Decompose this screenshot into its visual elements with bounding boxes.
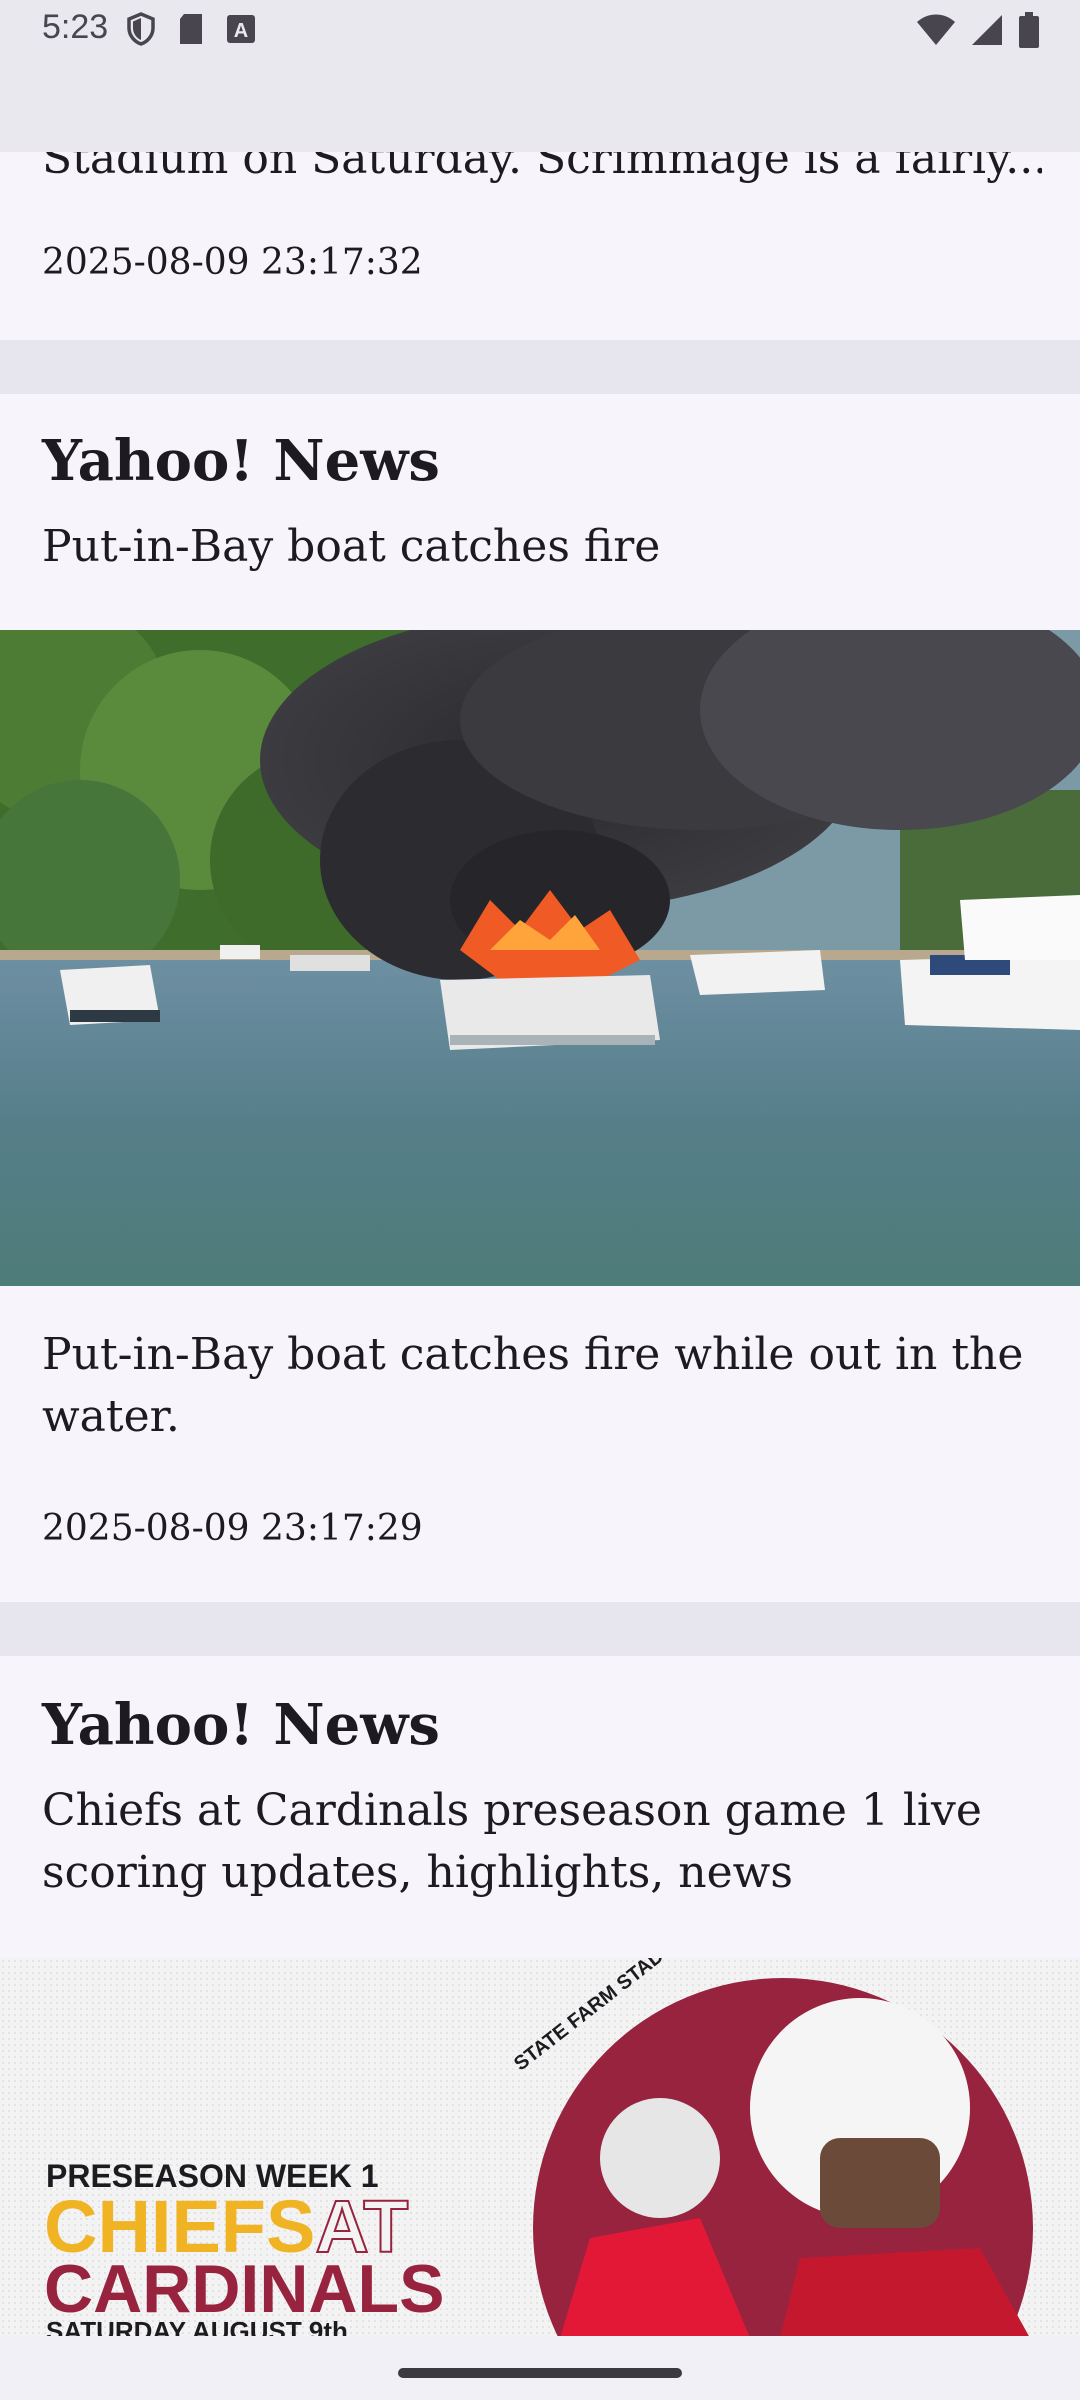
news-source: Yahoo! News — [42, 1692, 440, 1758]
svg-text:A: A — [234, 20, 248, 42]
news-card[interactable]: Stadium on Saturday. Scrimmage is a fair… — [0, 152, 1080, 340]
status-time: 5:23 — [42, 8, 109, 46]
status-icons-left: A — [126, 12, 256, 46]
news-source: Yahoo! News — [42, 428, 440, 494]
keyboard-a-icon: A — [227, 15, 255, 43]
wifi-icon — [917, 14, 955, 45]
news-card[interactable]: Yahoo! News Put-in-Bay boat catches fire — [0, 394, 1080, 1602]
news-headline: Chiefs at Cardinals preseason game 1 liv… — [42, 1785, 982, 1898]
news-feed[interactable]: Stadium on Saturday. Scrimmage is a fair… — [0, 152, 1080, 2336]
news-headline: Put-in-Bay boat catches fire — [42, 521, 661, 572]
news-timestamp: 2025-08-09 23:17:29 — [42, 1508, 423, 1549]
navigation-bar — [0, 2336, 1080, 2400]
news-summary: Put-in-Bay boat catches fire while out i… — [42, 1329, 1024, 1442]
status-bar: 5:23 A — [0, 0, 1080, 152]
status-icons-right — [916, 12, 1040, 48]
boat-fire-image — [0, 630, 1080, 1286]
shield-icon — [127, 12, 155, 46]
news-summary: Stadium on Saturday. Scrimmage is a fair… — [42, 152, 1042, 184]
cellular-signal-icon — [972, 15, 1002, 45]
cardinals-text: CARDINALS — [44, 2251, 445, 2327]
news-card[interactable]: Yahoo! News Chiefs at Cardinals preseaso… — [0, 1656, 1080, 2336]
home-gesture-handle[interactable] — [398, 2368, 682, 2378]
news-image[interactable]: STATE FARM STADIUM, GLENDALE, AZ. PRESEA… — [0, 1958, 1080, 2336]
news-timestamp: 2025-08-09 23:17:32 — [42, 242, 423, 283]
game-date-text: SATURDAY AUGUST 9th — [46, 2316, 348, 2336]
battery-icon — [1019, 12, 1039, 48]
news-image[interactable] — [0, 630, 1080, 1286]
sd-card-icon — [180, 14, 202, 44]
